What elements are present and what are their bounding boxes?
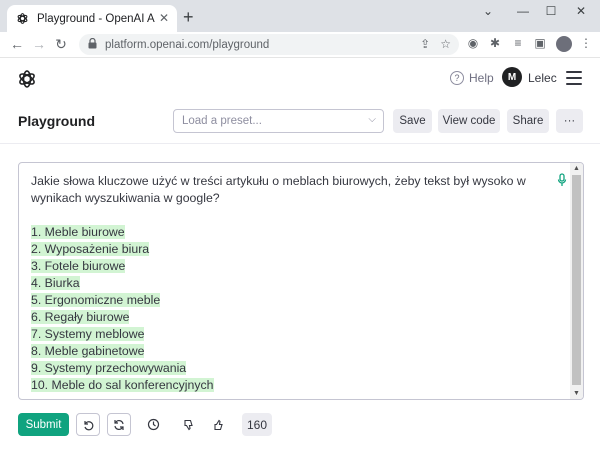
help-icon: ? (450, 71, 464, 85)
view-code-button[interactable]: View code (438, 109, 500, 133)
help-label: Help (469, 71, 494, 85)
completion-line: 10. Meble do sal konferencyjnych (31, 378, 214, 392)
browser-titlebar: Playground - OpenAI API ✕ + ⌄ — ☐ ✕ (0, 0, 600, 32)
new-tab-icon[interactable]: + (183, 8, 194, 26)
regenerate-button[interactable] (107, 413, 131, 436)
share-page-icon[interactable]: ⇪ (420, 37, 430, 51)
tab-title: Playground - OpenAI API (37, 12, 155, 25)
reload-icon[interactable]: ↻ (52, 35, 70, 53)
preset-placeholder: Load a preset... (182, 115, 262, 127)
thumbs-up-button[interactable] (207, 413, 231, 436)
back-icon[interactable]: ← (8, 35, 26, 53)
completion-line: 3. Fotele biurowe (31, 259, 126, 273)
chevron-down-icon: ⌵ (368, 114, 376, 125)
completion-line: 4. Biurka (31, 276, 80, 290)
reading-list-icon[interactable]: ≡ (510, 36, 526, 50)
maximize-icon[interactable]: ☐ (541, 4, 561, 18)
thumbs-down-icon (184, 419, 193, 430)
editor-content[interactable]: Jakie słowa kluczowe użyć w treści artyk… (31, 173, 561, 394)
completion-line: 2. Wyposażenie biura (31, 242, 150, 256)
openai-favicon-icon (15, 12, 29, 26)
thumbs-down-button[interactable] (177, 413, 201, 436)
more-options-button[interactable]: ··· (556, 109, 583, 133)
extensions-icon[interactable]: ✱ (487, 36, 503, 50)
history-icon (147, 418, 159, 431)
completion-line: 7. Systemy meblowe (31, 327, 145, 341)
profile-avatar[interactable] (556, 36, 572, 52)
forward-icon[interactable]: → (30, 35, 48, 53)
preset-select[interactable]: Load a preset... ⌵ (173, 109, 384, 133)
editor-scrollbar[interactable]: ▲ ▼ (570, 163, 583, 399)
address-bar[interactable]: platform.openai.com/playground ⇪ ☆ (79, 34, 459, 55)
user-name[interactable]: Lelec (528, 71, 557, 85)
scroll-down-icon[interactable]: ▼ (573, 390, 580, 397)
tab-search-icon[interactable]: ⌄ (478, 4, 498, 18)
completion-line: 9. Systemy przechowywania (31, 361, 187, 375)
completion-line: 8. Meble gabinetowe (31, 344, 145, 358)
thumbs-up-icon (214, 419, 223, 430)
hamburger-menu-icon[interactable] (566, 71, 582, 89)
undo-icon (84, 420, 94, 430)
bookmark-star-icon[interactable]: ☆ (440, 37, 451, 51)
playground-page: ? Help M Lelec Playground Load a preset.… (0, 57, 600, 452)
help-link[interactable]: ? Help (450, 71, 494, 85)
share-button[interactable]: Share (507, 109, 549, 133)
completion-line: 5. Ergonomiczne meble (31, 293, 161, 307)
submit-button[interactable]: Submit (18, 413, 69, 436)
user-avatar[interactable]: M (502, 67, 522, 87)
playground-toolbar: Playground Load a preset... ⌵ Save View … (0, 100, 600, 144)
history-button[interactable] (141, 413, 165, 436)
window-close-icon[interactable]: ✕ (571, 4, 591, 18)
microphone-icon[interactable] (557, 173, 567, 187)
token-count-badge: 160 (242, 413, 272, 436)
lock-icon (88, 36, 97, 54)
side-panel-icon[interactable]: ▣ (532, 36, 548, 50)
completion-line: 6. Regały biurowe (31, 310, 130, 324)
undo-button[interactable] (76, 413, 100, 436)
url-text: platform.openai.com/playground (105, 38, 270, 51)
kebab-menu-icon[interactable]: ⋮ (578, 36, 594, 50)
browser-toolbar: ← → ↻ platform.openai.com/playground ⇪ ☆… (0, 32, 600, 57)
page-title: Playground (18, 113, 96, 129)
minimize-icon[interactable]: — (513, 4, 533, 18)
openai-logo-icon[interactable] (17, 69, 37, 94)
prompt-editor[interactable]: Jakie słowa kluczowe użyć w treści artyk… (18, 162, 584, 400)
regenerate-icon (114, 419, 124, 430)
app-header: ? Help M Lelec (0, 58, 600, 100)
save-button[interactable]: Save (393, 109, 432, 133)
completion-line: 1. Meble biurowe (31, 225, 125, 239)
scroll-thumb[interactable] (572, 175, 581, 385)
prompt-line: wynikach wyszukiwania w google? (31, 191, 220, 205)
prompt-line: Jakie słowa kluczowe użyć w treści artyk… (31, 174, 526, 188)
scroll-up-icon[interactable]: ▲ (573, 165, 580, 172)
browser-tab[interactable]: Playground - OpenAI API ✕ (7, 5, 177, 32)
camera-icon[interactable]: ◉ (465, 36, 481, 50)
close-tab-icon[interactable]: ✕ (159, 11, 169, 25)
